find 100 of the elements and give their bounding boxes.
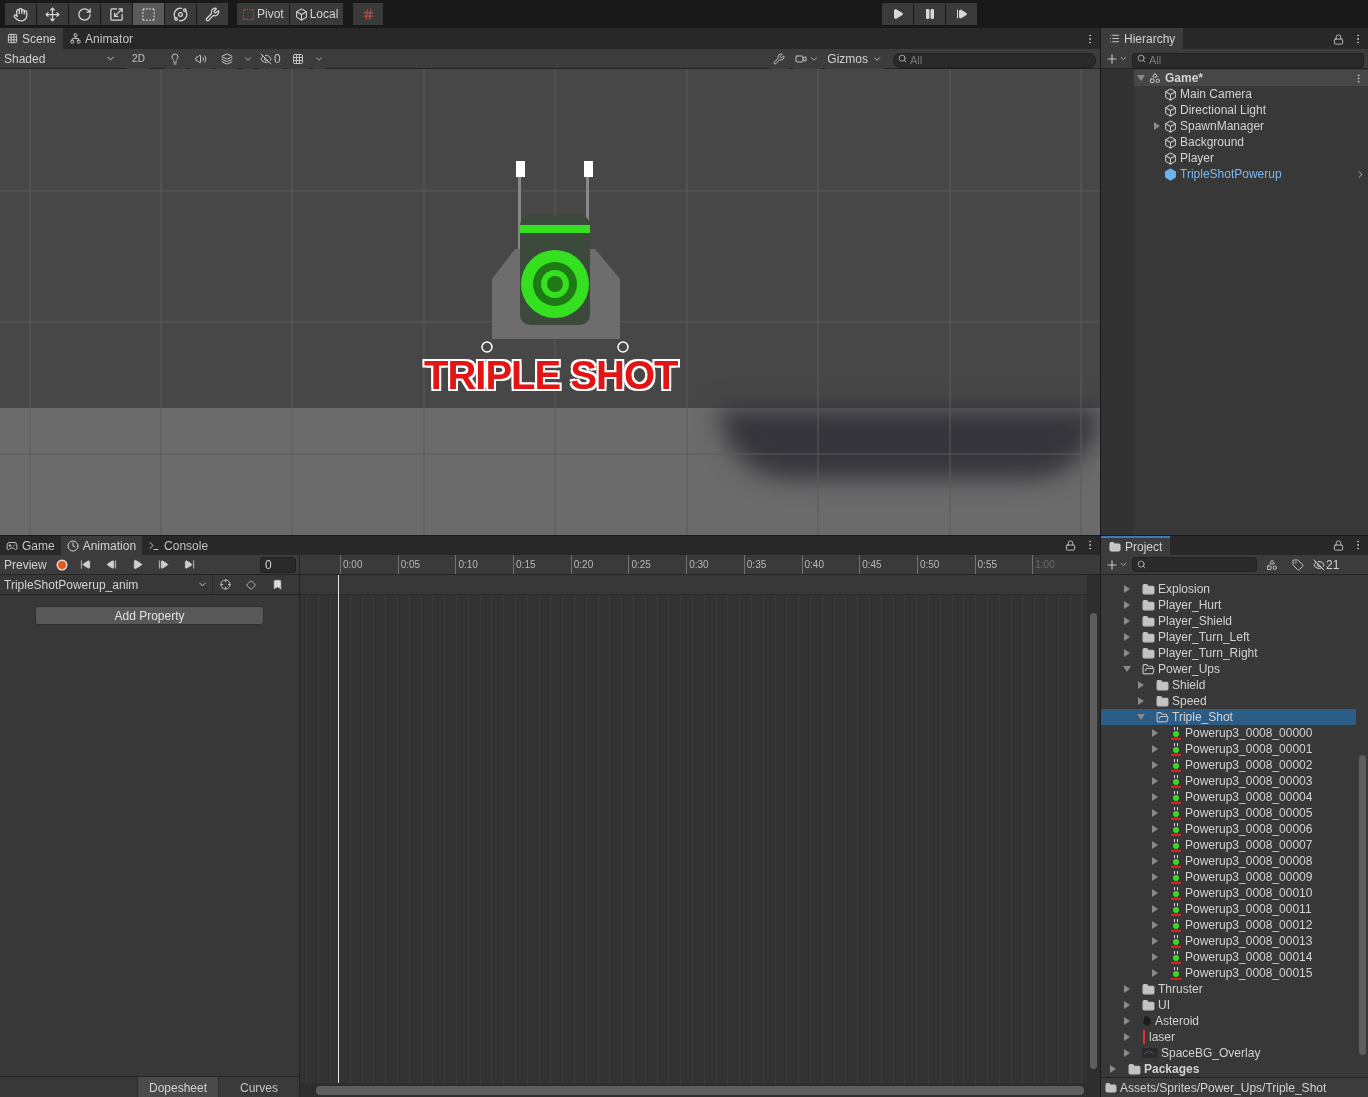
lock-icon[interactable] (1065, 540, 1076, 551)
project-item[interactable]: Power_Ups (1101, 661, 1356, 677)
sprite-thumbnail-icon (1170, 950, 1182, 964)
hierarchy-item[interactable]: Main Camera (1134, 86, 1368, 102)
panel-tab[interactable]: Animator (63, 28, 141, 49)
rect-icon (141, 6, 156, 22)
project-item[interactable]: Powerup3_0008_00001 (1101, 741, 1356, 757)
background-thumbnail-icon (1142, 1048, 1158, 1058)
clock-icon (66, 539, 79, 552)
project-item[interactable]: Player_Hurt (1101, 597, 1356, 613)
panel-tab[interactable]: Scene (0, 28, 64, 49)
scale-icon (109, 6, 124, 22)
project-item[interactable]: Player_Turn_Left (1101, 629, 1356, 645)
sprite-thumbnail-icon (1170, 742, 1182, 756)
tool-button[interactable] (165, 3, 196, 25)
hierarchy-tab[interactable]: Hierarchy (1101, 28, 1184, 49)
plus-icon (1105, 557, 1119, 572)
horizontal-scrollbar[interactable] (300, 1083, 1100, 1097)
tool-button[interactable] (37, 3, 68, 25)
grid-icon (291, 52, 304, 65)
project-item[interactable]: Thruster (1101, 981, 1356, 997)
play-icon (891, 8, 904, 20)
hierarchy-item[interactable]: Background (1134, 134, 1368, 150)
cube-icon (1164, 167, 1177, 181)
expand-arrow-icon[interactable] (1153, 122, 1161, 130)
hierarchy-search-field[interactable]: All (1132, 52, 1364, 68)
grid-snap-button[interactable] (353, 3, 384, 25)
project-item[interactable]: Powerup3_0008_00008 (1101, 853, 1356, 869)
play-button[interactable] (882, 3, 914, 25)
cube-icon (294, 7, 308, 21)
sprite-thumbnail-icon (1170, 726, 1182, 740)
project-item[interactable]: Player_Turn_Right (1101, 645, 1356, 661)
add-property-button[interactable]: Add Property (35, 606, 264, 625)
shading-dropdown[interactable]: Shaded (0, 48, 120, 69)
pause-button[interactable] (914, 3, 946, 25)
project-item[interactable]: Triple_Shot (1101, 709, 1356, 725)
play-icon (132, 559, 144, 570)
project-item[interactable]: Powerup3_0008_00009 (1101, 869, 1356, 885)
scene-search-field[interactable]: All (893, 52, 1096, 68)
project-item[interactable]: UI (1101, 997, 1356, 1013)
project-search-field[interactable] (1132, 557, 1257, 572)
frame-field[interactable]: 0 (260, 556, 296, 573)
step-button[interactable] (946, 3, 978, 25)
project-item[interactable]: Powerup3_0008_00006 (1101, 821, 1356, 837)
project-item[interactable]: Powerup3_0008_00007 (1101, 837, 1356, 853)
project-item[interactable]: Powerup3_0008_00013 (1101, 933, 1356, 949)
project-item[interactable]: Shield (1101, 677, 1356, 693)
hierarchy-item[interactable]: Player (1134, 150, 1368, 166)
project-item[interactable]: Powerup3_0008_00004 (1101, 789, 1356, 805)
project-item[interactable]: laser (1101, 1029, 1356, 1045)
lock-icon[interactable] (1333, 34, 1344, 45)
project-item[interactable]: Player_Shield (1101, 613, 1356, 629)
project-item[interactable]: Asteroid (1101, 1013, 1356, 1029)
project-item[interactable]: Powerup3_0008_00000 (1101, 725, 1356, 741)
speaker-icon (195, 52, 207, 65)
tool-button[interactable] (101, 3, 132, 25)
tool-button[interactable] (5, 3, 36, 25)
project-item[interactable]: Powerup3_0008_00003 (1101, 773, 1356, 789)
project-item[interactable]: Powerup3_0008_00015 (1101, 965, 1356, 981)
expand-arrow-icon[interactable] (1137, 74, 1145, 82)
project-item[interactable]: Powerup3_0008_00014 (1101, 949, 1356, 965)
hierarchy-item[interactable]: SpawnManager (1134, 118, 1368, 134)
panel-tab[interactable]: Game (0, 536, 61, 555)
event-marker-icon (271, 579, 283, 590)
project-item[interactable]: SpaceBG_Overlay (1101, 1045, 1356, 1061)
project-item[interactable]: Speed (1101, 693, 1356, 709)
project-item[interactable]: Powerup3_0008_00005 (1101, 805, 1356, 821)
hierarchy-item[interactable]: Directional Light (1134, 102, 1368, 118)
lock-icon[interactable] (1333, 540, 1344, 551)
panel-tab[interactable]: Animation (60, 536, 143, 555)
pivot-button[interactable]: Pivot (237, 3, 289, 25)
local-button[interactable]: Local (289, 3, 344, 25)
project-tab[interactable]: Project (1101, 536, 1171, 555)
crosshair-icon (220, 579, 231, 590)
project-item[interactable]: Powerup3_0008_00010 (1101, 885, 1356, 901)
view-tab[interactable]: Dopesheet (137, 1077, 218, 1097)
sprite-thumbnail-icon (1170, 838, 1182, 852)
folder-icon (1142, 662, 1155, 676)
tool-button[interactable] (197, 3, 228, 25)
hierarchy-item[interactable]: TripleShotPowerup (1134, 166, 1368, 182)
time-label: 0:35 (745, 558, 767, 572)
preview-button[interactable]: Preview (0, 554, 51, 575)
clip-dropdown[interactable]: TripleShotPowerup_anim (0, 574, 212, 595)
create-button[interactable] (1105, 557, 1128, 572)
scene-row[interactable]: Game* (1134, 70, 1368, 86)
project-item[interactable]: Powerup3_0008_00011 (1101, 901, 1356, 917)
project-item[interactable]: Powerup3_0008_00012 (1101, 917, 1356, 933)
sprite-thumbnail-icon (1170, 966, 1182, 980)
time-label: 0:20 (572, 558, 594, 572)
vertical-scrollbar[interactable] (1087, 575, 1100, 1083)
project-item[interactable]: Explosion (1101, 581, 1356, 597)
panel-tab[interactable]: Console (142, 536, 215, 555)
project-item[interactable]: Powerup3_0008_00002 (1101, 757, 1356, 773)
move-icon (45, 6, 60, 22)
list-icon (1109, 33, 1120, 44)
create-button[interactable] (1105, 51, 1128, 66)
packages-row[interactable]: Packages (1101, 1061, 1356, 1077)
tool-button[interactable] (69, 3, 100, 25)
time-label: 0:45 (861, 558, 882, 572)
hidden-packages-button[interactable]: 21 (1313, 555, 1340, 574)
